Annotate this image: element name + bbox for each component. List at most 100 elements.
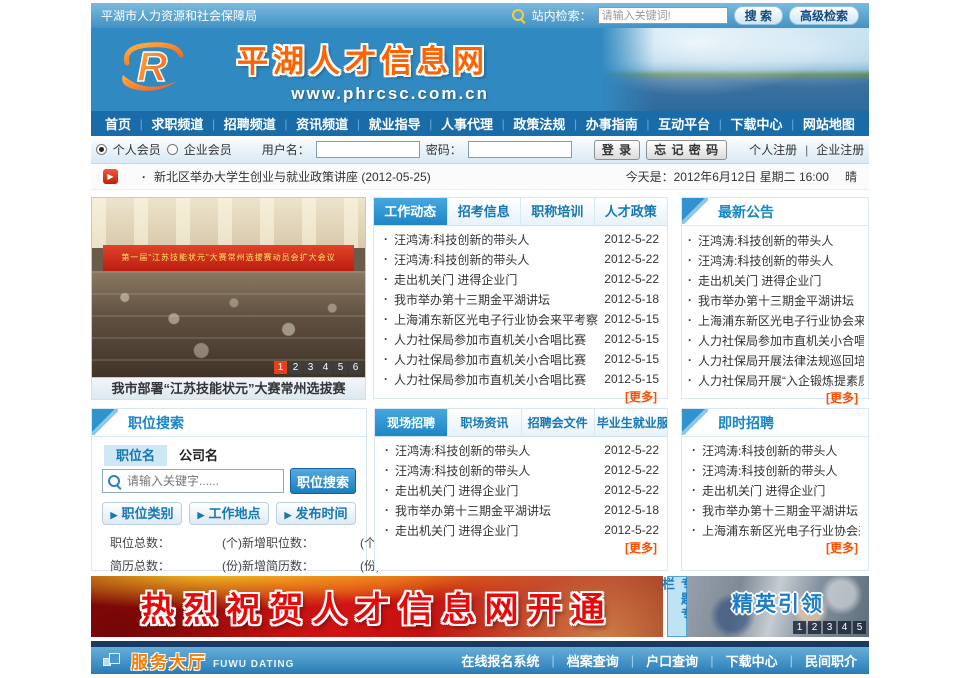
job-keyword-input[interactable] — [102, 469, 284, 493]
nav-item-guidance[interactable]: 就业指导 — [369, 114, 421, 133]
news-link[interactable]: 人力社保局参加市直机关小合唱比赛 — [394, 371, 598, 388]
nav-item-sitemap[interactable]: 网站地图 — [803, 114, 855, 133]
notice-link[interactable]: 汪鸿涛:科技创新的带头人 — [698, 252, 864, 269]
service-item-archive-query[interactable]: 档案查询 — [567, 651, 619, 670]
pager-3[interactable]: 3 — [823, 621, 836, 634]
list-item: 人力社保局开展“入企锻炼提素质” — [686, 370, 864, 390]
service-item-download[interactable]: 下载中心 — [726, 651, 778, 670]
pager-5[interactable]: 5 — [853, 621, 866, 634]
list-item: 走出机关门 进得企业门2012-5-22 — [383, 520, 659, 540]
notice-link[interactable]: 走出机关门 进得企业门 — [702, 482, 860, 499]
notice-link[interactable]: 上海浦东新区光电子行业协会来平考 — [698, 312, 864, 329]
pager-2[interactable]: 2 — [289, 361, 302, 374]
filter-location-button[interactable]: ▶工作地点 — [189, 502, 269, 525]
tab-talent-policy[interactable]: 人才政策 — [595, 198, 668, 225]
filter-date-button[interactable]: ▶发布时间 — [276, 502, 356, 525]
nav-item-home[interactable]: 首页 — [105, 114, 131, 133]
pager-2[interactable]: 2 — [808, 621, 821, 634]
pager-1[interactable]: 1 — [274, 361, 287, 374]
notice-link[interactable]: 人力社保局开展法律法规巡回培训 — [698, 352, 864, 369]
service-item-hukou-query[interactable]: 户口查询 — [646, 651, 698, 670]
news-link[interactable]: 我市举办第十三期金平湖讲坛 — [394, 291, 598, 308]
job-search-title: 职位搜索 — [128, 409, 366, 437]
pager-4[interactable]: 4 — [838, 621, 851, 634]
tab-graduate-service[interactable]: 毕业生就业服务 — [595, 409, 667, 436]
forgot-password-button[interactable]: 忘 记 密 码 — [646, 140, 727, 160]
service-item-private-agency[interactable]: 民间职介 — [805, 651, 857, 670]
pager-6[interactable]: 6 — [349, 361, 362, 374]
tab-title-training[interactable]: 职称培训 — [521, 198, 595, 225]
notice-link[interactable]: 汪鸿涛:科技创新的带头人 — [698, 232, 864, 249]
notice-link[interactable]: 我市举办第十三期金平湖讲坛 — [702, 502, 860, 519]
tab-work-updates[interactable]: 工作动态 — [374, 198, 448, 225]
ticker-headline[interactable]: 新北区举办大学生创业与就业政策讲座 (2012-05-25) — [142, 168, 431, 185]
news-link[interactable]: 走出机关门 进得企业门 — [394, 271, 598, 288]
celebration-banner[interactable]: 热烈祝贺人才信息网开通 — [91, 576, 663, 637]
news-link[interactable]: 汪鸿涛:科技创新的带头人 — [394, 231, 598, 248]
pager-1[interactable]: 1 — [793, 621, 806, 634]
notice-link[interactable]: 上海浦东新区光电子行业协会来平考 — [702, 522, 860, 539]
personal-register-link[interactable]: 个人注册 — [749, 141, 797, 158]
nav-item-recruit[interactable]: 招聘频道 — [224, 114, 276, 133]
job-search-button[interactable]: 职位搜索 — [290, 468, 356, 494]
company-register-link[interactable]: 企业注册 — [816, 141, 864, 158]
recruit-more-link[interactable]: [更多] — [375, 540, 667, 557]
news-link[interactable]: 汪鸿涛:科技创新的带头人 — [394, 251, 598, 268]
password-field[interactable] — [468, 141, 572, 158]
site-search-button[interactable]: 搜 索 — [734, 6, 783, 25]
filter-category-button[interactable]: ▶职位类别 — [102, 502, 182, 525]
news-link[interactable]: 汪鸿涛:科技创新的带头人 — [395, 442, 598, 459]
news-link[interactable]: 上海浦东新区光电子行业协会来平考察 — [394, 311, 598, 328]
special-topics-strip[interactable]: 专题专栏 — [667, 576, 687, 637]
news-link[interactable]: 汪鸿涛:科技创新的带头人 — [395, 462, 598, 479]
list-item: 走出机关门 进得企业门 — [690, 480, 860, 500]
site-logo-icon[interactable]: R — [111, 39, 211, 99]
news-link[interactable]: 人力社保局参加市直机关小合唱比赛 — [394, 331, 598, 348]
site-url: www.phrcsc.com.cn — [237, 84, 489, 104]
news-panel: 工作动态 招考信息 职称培训 人才政策 汪鸿涛:科技创新的带头人2012-5-2… — [373, 197, 668, 399]
radio-personal-member[interactable] — [96, 144, 107, 155]
service-item-online-signup[interactable]: 在线报名系统 — [461, 651, 539, 670]
notice-link[interactable]: 走出机关门 进得企业门 — [698, 272, 864, 289]
notice-more-link[interactable]: [更多] — [682, 390, 868, 407]
tab-career-news[interactable]: 职场资讯 — [448, 409, 521, 436]
nav-item-news[interactable]: 资讯频道 — [296, 114, 348, 133]
username-field[interactable] — [316, 141, 420, 158]
pager-3[interactable]: 3 — [304, 361, 317, 374]
pager-4[interactable]: 4 — [319, 361, 332, 374]
tab-position-name[interactable]: 职位名 — [104, 445, 167, 466]
nav-item-hr-agency[interactable]: 人事代理 — [441, 114, 493, 133]
news-link[interactable]: 人力社保局参加市直机关小合唱比赛 — [394, 351, 598, 368]
slideshow-image[interactable]: 第一届“江苏技能状元”大赛常州选拔赛动员会扩大会议 1 2 3 4 5 6 — [91, 197, 366, 378]
site-search-input[interactable] — [598, 7, 728, 24]
login-button[interactable]: 登 录 — [594, 140, 640, 160]
instant-more-link[interactable]: [更多] — [682, 540, 868, 557]
nav-item-jobseek[interactable]: 求职频道 — [151, 114, 203, 133]
nav-item-interaction[interactable]: 互动平台 — [658, 114, 710, 133]
slideshow-caption[interactable]: 我市部署“江苏技能状元”大赛常州选拔赛 — [91, 378, 366, 400]
radio-company-member[interactable] — [167, 144, 178, 155]
advanced-search-button[interactable]: 高级检索 — [789, 6, 859, 25]
service-hall-bar: 服务大厅 FUWU DATING 在线报名系统 档案查询 户口查询 下载中心 民… — [91, 641, 869, 674]
photo-ceiling — [92, 198, 365, 248]
tab-onsite-recruit[interactable]: 现场招聘 — [375, 409, 448, 436]
tab-company-name[interactable]: 公司名 — [167, 445, 230, 466]
nav-item-download[interactable]: 下载中心 — [731, 114, 783, 133]
notice-link[interactable]: 汪鸿涛:科技创新的带头人 — [702, 442, 860, 459]
nav-item-service-guide[interactable]: 办事指南 — [586, 114, 638, 133]
news-more-link[interactable]: [更多] — [374, 389, 667, 406]
notice-link[interactable]: 我市举办第十三期金平湖讲坛 — [698, 292, 864, 309]
news-link[interactable]: 走出机关门 进得企业门 — [395, 522, 598, 539]
elite-banner[interactable]: 精英引领 1 2 3 4 5 — [687, 576, 869, 637]
notice-link[interactable]: 人力社保局开展“入企锻炼提素质” — [698, 372, 864, 389]
notice-link[interactable]: 人力社保局参加市直机关小合唱比赛 — [698, 332, 864, 349]
ticker-arrow-icon[interactable]: ▶ — [103, 169, 118, 184]
tab-exam-info[interactable]: 招考信息 — [448, 198, 522, 225]
news-link[interactable]: 走出机关门 进得企业门 — [395, 482, 598, 499]
tab-jobfair-files[interactable]: 招聘会文件 — [522, 409, 595, 436]
news-link[interactable]: 我市举办第十三期金平湖讲坛 — [395, 502, 598, 519]
pager-5[interactable]: 5 — [334, 361, 347, 374]
notice-link[interactable]: 汪鸿涛:科技创新的带头人 — [702, 462, 860, 479]
nav-item-policy[interactable]: 政策法规 — [513, 114, 565, 133]
list-item: 走出机关门 进得企业门 — [686, 270, 864, 290]
